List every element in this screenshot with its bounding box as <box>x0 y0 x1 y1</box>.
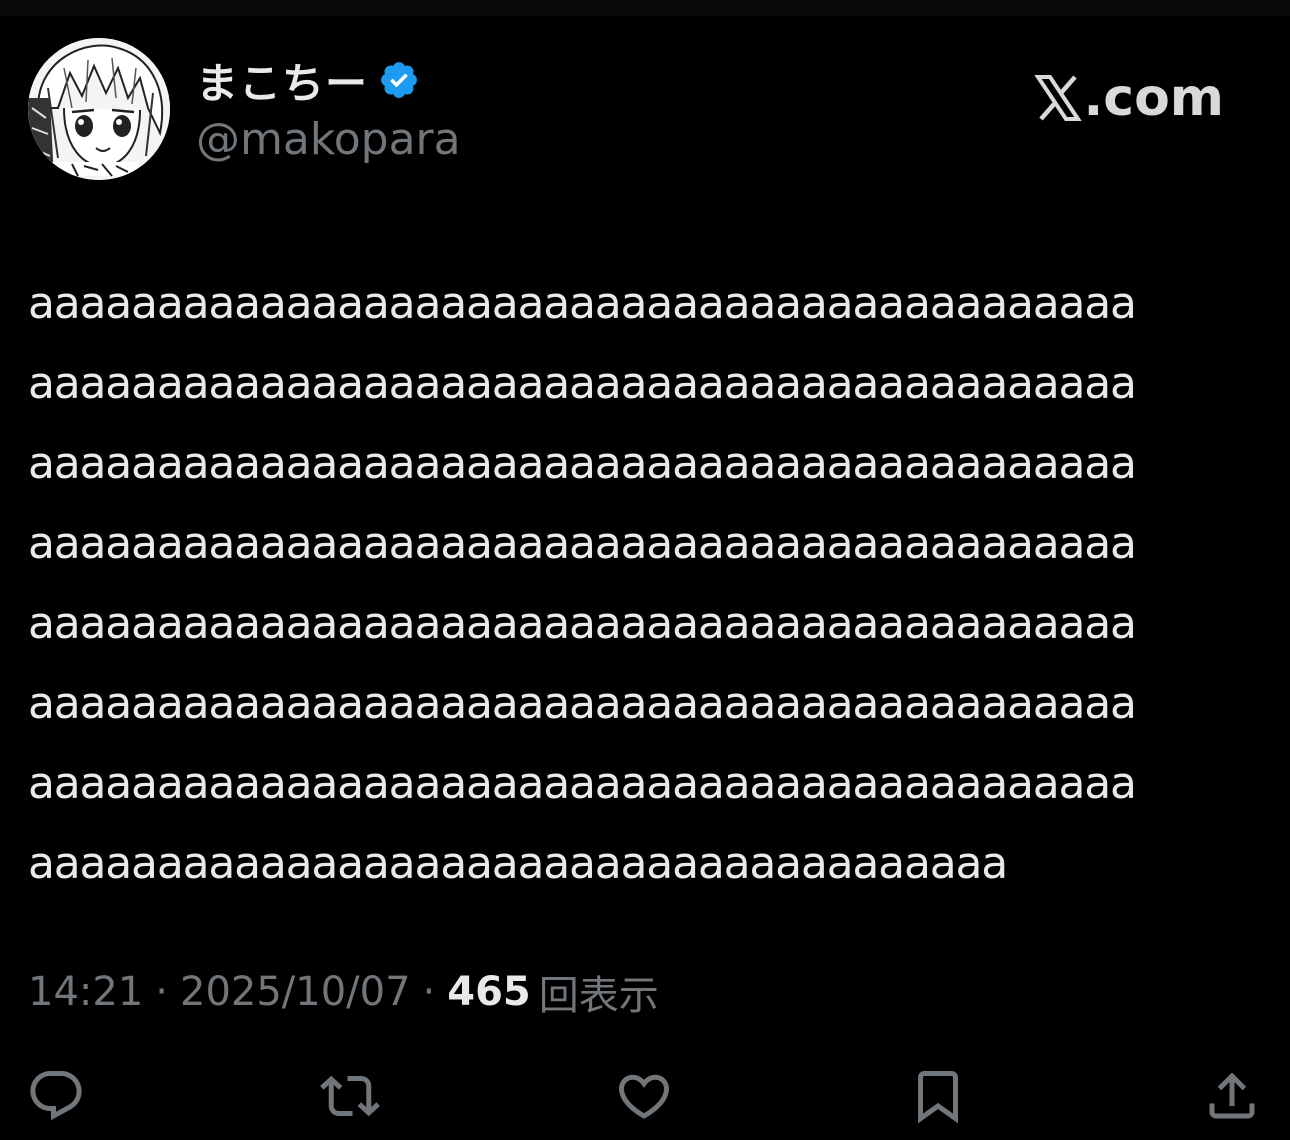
tweet-meta: 14:21 · 2025/10/07 · 465 回表示 <box>28 962 659 1022</box>
share-button[interactable] <box>1200 1060 1264 1132</box>
x-logo-icon <box>1033 75 1082 121</box>
share-icon <box>1209 1072 1255 1119</box>
meta-separator: · <box>422 969 436 1015</box>
repost-button[interactable] <box>318 1060 382 1132</box>
avatar-image <box>28 38 170 180</box>
bookmark-icon <box>918 1071 958 1124</box>
tweet-line: aaaaaaaaaaaaaaaaaaaaaaaaaaaaaaaaaaaaaaaa… <box>28 518 1137 569</box>
top-strip <box>0 0 1290 16</box>
tweet-line: aaaaaaaaaaaaaaaaaaaaaaaaaaaaaaaaaaaaaaaa… <box>28 278 1137 329</box>
author-display-name[interactable]: まこちー <box>196 50 368 111</box>
verified-badge-icon <box>378 59 420 101</box>
brand-text: .com <box>1083 68 1225 128</box>
repost-icon <box>320 1075 380 1117</box>
brand-watermark: .com <box>1033 66 1225 130</box>
author-name-row[interactable]: まこちー <box>196 48 420 112</box>
heart-icon <box>618 1074 670 1119</box>
tweet-line: aaaaaaaaaaaaaaaaaaaaaaaaaaaaaaaaaaaaaaaa… <box>28 438 1137 489</box>
tweet-line: aaaaaaaaaaaaaaaaaaaaaaaaaaaaaaaaaaaaaaaa… <box>28 598 1137 649</box>
tweet-line: aaaaaaaaaaaaaaaaaaaaaaaaaaaaaaaaaaaaaaaa… <box>28 358 1137 409</box>
action-bar <box>0 1060 1290 1132</box>
meta-separator: · <box>155 969 168 1015</box>
like-button[interactable] <box>612 1060 676 1132</box>
views-count[interactable]: 465 <box>447 969 531 1015</box>
author-handle[interactable]: @makopara <box>196 114 461 165</box>
avatar[interactable] <box>28 38 170 180</box>
views-label[interactable]: 回表示 <box>539 963 659 1021</box>
bookmark-button[interactable] <box>906 1060 970 1132</box>
tweet-line: aaaaaaaaaaaaaaaaaaaaaaaaaaaaaaaaaaaaaaaa… <box>28 758 1137 809</box>
reply-button[interactable] <box>24 1060 88 1132</box>
tweet-date[interactable]: 2025/10/07 <box>180 969 411 1015</box>
tweet-line: aaaaaaaaaaaaaaaaaaaaaaaaaaaaaaaaaaaaaaaa… <box>28 678 1137 729</box>
reply-icon <box>30 1071 82 1121</box>
tweet-line: aaaaaaaaaaaaaaaaaaaaaaaaaaaaaaaaaaaaaa <box>28 838 1008 889</box>
tweet-time[interactable]: 14:21 <box>28 969 143 1015</box>
tweet-text: aaaaaaaaaaaaaaaaaaaaaaaaaaaaaaaaaaaaaaaa… <box>28 264 1258 904</box>
